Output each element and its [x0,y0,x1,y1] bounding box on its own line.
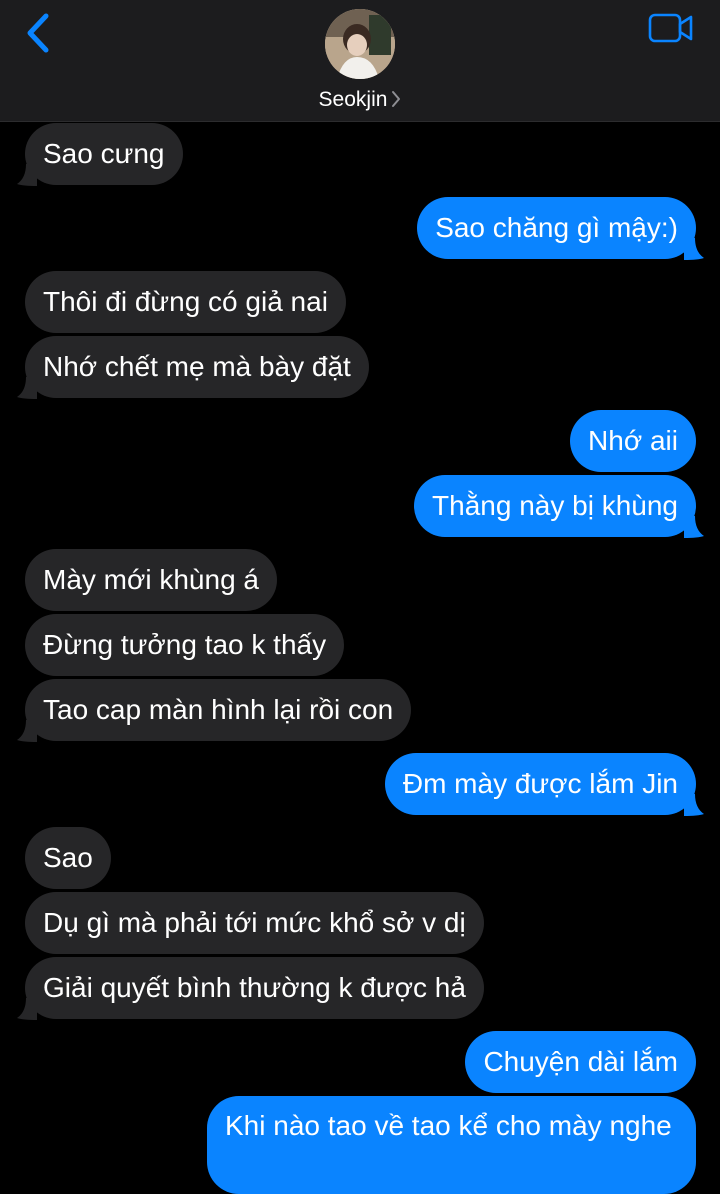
message-text: Dụ gì mà phải tới mức khổ sở v dị [43,907,466,938]
message-text: Sao [43,842,93,873]
message-bubble-incoming[interactable]: Đừng tưởng tao k thấy [25,614,345,676]
message-bubble-incoming[interactable]: Thôi đi đừng có giả nai [25,271,346,333]
message-text: Sao chăng gì mậy:) [435,212,678,243]
message-bubble-incoming[interactable]: Sao cưng [17,123,183,186]
chevron-left-icon [27,13,49,53]
message-text: Chuyện dài lắm [483,1046,678,1077]
message-bubble-incoming[interactable]: Tao cap màn hình lại rồi con [17,679,412,742]
message-bubble-outgoing[interactable]: Chuyện dài lắm [465,1031,696,1093]
message-bubble-incoming[interactable]: Giải quyết bình thường k được hả [17,957,484,1020]
message-text: Khi nào tao về tao kể cho mày nghe [225,1110,672,1141]
avatar-photo [325,9,395,79]
contact-name-button[interactable]: Seokjin [0,88,720,114]
bubble-tail [684,794,704,816]
bubble-tail [17,377,37,399]
bubble-tail [684,516,704,538]
message-text: Đm mày được lắm Jin [402,768,678,799]
contact-name: Seokjin [318,88,388,111]
message-text: Sao cưng [43,138,165,169]
message-text: Đừng tưởng tao k thấy [43,629,327,660]
message-bubble-outgoing[interactable]: Đm mày được lắm Jin [384,753,704,816]
chevron-right-icon [391,90,401,114]
message-bubble-incoming[interactable]: Sao [25,827,111,889]
bubble-tail [17,998,37,1020]
message-text: Thôi đi đừng có giả nai [43,286,328,317]
avatar[interactable] [325,9,395,79]
message-text: Tao cap màn hình lại rồi con [43,694,394,725]
message-text: Thằng này bị khùng [432,490,678,521]
bubble-tail [684,238,704,260]
video-camera-icon [648,13,693,43]
conversation-header: Seokjin [0,0,720,122]
message-bubble-incoming[interactable]: Mày mới khùng á [25,549,278,611]
message-text: Nhớ chết mẹ mà bày đặt [43,351,351,382]
message-bubble-outgoing[interactable]: Khi nào tao về tao kể cho mày nghe [207,1096,696,1194]
message-text: Nhớ aii [588,425,678,456]
message-bubble-outgoing[interactable]: Thằng này bị khùng [414,475,704,538]
bubble-tail [17,720,37,742]
message-bubble-outgoing[interactable]: Sao chăng gì mậy:) [417,197,704,260]
message-text: Giải quyết bình thường k được hả [43,972,466,1003]
message-text: Mày mới khùng á [43,564,260,595]
message-bubble-incoming[interactable]: Dụ gì mà phải tới mức khổ sở v dị [25,892,484,954]
message-bubble-incoming[interactable]: Nhớ chết mẹ mà bày đặt [17,336,369,399]
video-call-button[interactable] [648,12,694,44]
message-bubble-outgoing[interactable]: Nhớ aii [570,410,696,472]
bubble-tail [17,164,37,186]
back-button[interactable] [20,10,60,58]
